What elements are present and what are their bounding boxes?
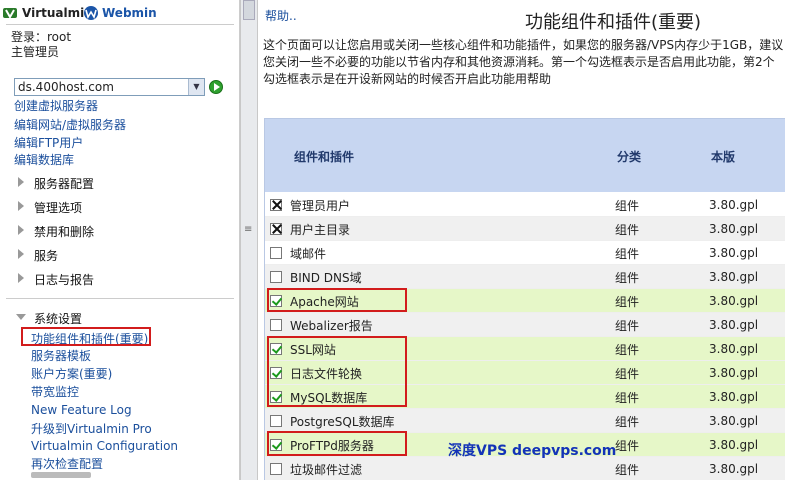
feature-version: 3.80.gpl [709, 414, 759, 428]
enable-checkbox[interactable] [270, 463, 282, 475]
feature-category: 组件 [615, 319, 640, 333]
expand-arrow-icon [18, 177, 24, 187]
enable-checkbox[interactable] [270, 247, 282, 259]
collapse-arrow-icon [16, 314, 26, 320]
feature-name: BIND DNS域 [290, 271, 362, 285]
virtualmin-logo-icon [3, 8, 17, 20]
feature-category: 组件 [615, 415, 640, 429]
enable-checkbox[interactable] [270, 199, 282, 211]
table-row: 用户主目录 组件 3.80.gpl [265, 217, 785, 241]
grip-icon[interactable]: ≡ [244, 224, 252, 235]
page-title: 功能组件和插件(重要) [525, 12, 702, 33]
col-category-header: 分类 [617, 150, 642, 164]
feature-version: 3.80.gpl [709, 270, 759, 284]
annotation-box [267, 336, 407, 407]
feature-category: 组件 [615, 199, 640, 213]
link-edit-sites[interactable]: 编辑网站/虚拟服务器 [14, 116, 126, 133]
feature-category: 组件 [615, 463, 640, 477]
enable-checkbox[interactable] [270, 271, 282, 283]
feature-name: 垃圾邮件过滤 [290, 463, 363, 477]
feature-category: 组件 [615, 439, 640, 453]
feature-category: 组件 [615, 295, 640, 309]
domain-select-value: ds.400host.com [18, 80, 114, 94]
feature-name: 域邮件 [290, 247, 327, 261]
frame-scrollbar[interactable]: ≡ [240, 0, 258, 480]
feature-version: 3.80.gpl [709, 198, 759, 212]
menu-label: 管理选项 [34, 201, 83, 215]
table-row: Webalizer报告 组件 3.80.gpl [265, 313, 785, 337]
login-user: 登录：root [11, 30, 72, 44]
submenu-account-plans[interactable]: 账户方案(重要) [31, 365, 112, 382]
table-header: 组件和插件 分类 本版 [265, 119, 785, 192]
table-row: 垃圾邮件过滤 组件 3.80.gpl [265, 457, 785, 480]
link-edit-db[interactable]: 编辑数据库 [14, 151, 74, 168]
feature-category: 组件 [615, 343, 640, 357]
scrollbar-thumb[interactable] [243, 0, 255, 20]
menu-divider [6, 298, 234, 299]
feature-version: 3.80.gpl [709, 222, 759, 236]
watermark-text: 深度VPS deepvps.com [448, 443, 617, 459]
expand-arrow-icon [18, 273, 24, 283]
menu-label: 禁用和删除 [34, 225, 95, 239]
menu-label: 服务器配置 [34, 177, 95, 191]
page-description: 这个页面可以让您启用或关闭一些核心组件和功能插件，如果您的服务器/VPS内存少于… [263, 38, 784, 86]
webmin-logo-icon [84, 6, 98, 20]
feature-version: 3.80.gpl [709, 438, 759, 452]
feature-version: 3.80.gpl [709, 318, 759, 332]
left-frame: Virtualmin Webmin 登录：root 主管理员 ds.400hos… [0, 0, 240, 480]
annotation-box [21, 327, 151, 346]
table-row: BIND DNS域 组件 3.80.gpl [265, 265, 785, 289]
link-edit-ftp[interactable]: 编辑FTP用户 [14, 134, 83, 151]
menu-label: 日志与报告 [34, 273, 95, 287]
feature-version: 3.80.gpl [709, 390, 759, 404]
expand-arrow-icon [18, 201, 24, 211]
chevron-down-icon[interactable]: ▼ [188, 79, 204, 95]
submenu-recheck-config[interactable]: 再次检查配置 [31, 455, 103, 472]
cut-off-item [31, 472, 91, 478]
col-version-header: 本版 [711, 150, 736, 164]
feature-version: 3.80.gpl [709, 462, 759, 476]
menu-label: 服务 [34, 249, 59, 263]
feature-version: 3.80.gpl [709, 342, 759, 356]
feature-category: 组件 [615, 271, 640, 285]
feature-version: 3.80.gpl [709, 366, 759, 380]
expand-arrow-icon [18, 249, 24, 259]
feature-category: 组件 [615, 247, 640, 261]
brand-divider [6, 24, 234, 25]
domain-select[interactable]: ds.400host.com ▼ [14, 78, 205, 96]
feature-version: 3.80.gpl [709, 246, 759, 260]
enable-checkbox[interactable] [270, 415, 282, 427]
feature-name: 用户主目录 [290, 223, 351, 237]
feature-category: 组件 [615, 367, 640, 381]
feature-version: 3.80.gpl [709, 294, 759, 308]
submenu-upgrade-pro[interactable]: 升级到Virtualmin Pro [31, 420, 152, 437]
submenu-bandwidth[interactable]: 带宽监控 [31, 383, 79, 400]
menu-label: 系统设置 [34, 312, 83, 326]
login-role: 主管理员 [11, 45, 60, 59]
feature-name: Webalizer报告 [290, 319, 373, 333]
enable-checkbox[interactable] [270, 319, 282, 331]
enable-checkbox[interactable] [270, 223, 282, 235]
feature-category: 组件 [615, 391, 640, 405]
go-button[interactable] [209, 80, 223, 94]
feature-name: PostgreSQL数据库 [290, 415, 395, 429]
link-create-server[interactable]: 创建虚拟服务器 [14, 97, 98, 114]
webmin-tab[interactable]: Webmin [102, 6, 157, 20]
login-info: 登录：root 主管理员 [11, 30, 71, 60]
submenu-virtualmin-config[interactable]: Virtualmin Configuration [31, 439, 178, 453]
main-frame: 帮助.. 功能组件和插件(重要) 这个页面可以让您启用或关闭一些核心组件和功能插… [258, 0, 785, 480]
feature-category: 组件 [615, 223, 640, 237]
feature-name: 管理员用户 [290, 199, 351, 213]
table-row: PostgreSQL数据库 组件 3.80.gpl [265, 409, 785, 433]
annotation-box [267, 288, 407, 312]
table-row: 域邮件 组件 3.80.gpl [265, 241, 785, 265]
help-link[interactable]: 帮助.. [265, 7, 297, 24]
col-name-header: 组件和插件 [294, 150, 355, 164]
table-row: 管理员用户 组件 3.80.gpl [265, 193, 785, 217]
submenu-server-templates[interactable]: 服务器模板 [31, 347, 91, 364]
annotation-box [267, 431, 407, 456]
expand-arrow-icon [18, 225, 24, 235]
submenu-new-feature-log[interactable]: New Feature Log [31, 403, 132, 417]
